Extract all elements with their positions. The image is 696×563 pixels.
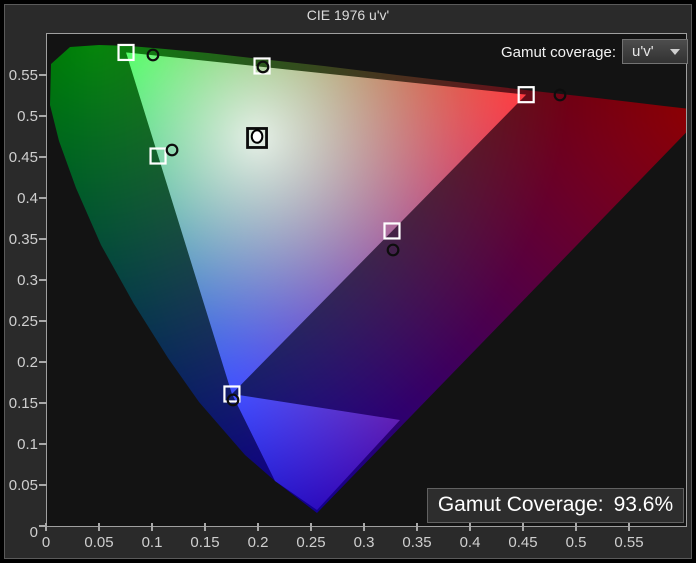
dropdown-selected-value: u'v' <box>632 43 654 60</box>
x-tick-mark <box>363 523 365 531</box>
x-tick-mark <box>522 523 524 531</box>
x-tick-label: 0.25 <box>296 534 326 551</box>
y-tick-mark <box>39 115 47 117</box>
measured-point-white <box>250 129 264 144</box>
y-tick-mark <box>39 402 47 404</box>
x-tick-mark <box>416 523 418 531</box>
y-tick-mark <box>39 361 47 363</box>
y-tick-label: 0.2 <box>17 354 38 371</box>
gamut-coverage-dropdown[interactable]: u'v' <box>622 39 688 64</box>
y-tick-mark <box>39 238 47 240</box>
y-tick-label: 0.4 <box>17 190 38 207</box>
x-tick-label: 0.3 <box>353 534 375 551</box>
y-tick-label: 0.1 <box>17 436 38 453</box>
x-tick-mark <box>575 523 577 531</box>
y-tick-mark <box>39 279 47 281</box>
x-tick-mark <box>204 523 206 531</box>
y-tick-label: 0.35 <box>8 231 38 248</box>
x-tick-label: 0.2 <box>247 534 269 551</box>
y-tick-label: 0.45 <box>8 149 38 166</box>
gamut-coverage-dropdown-label: Gamut coverage: <box>500 44 616 61</box>
cie-diagram <box>50 43 686 513</box>
y-tick-mark <box>39 156 47 158</box>
gamut-coverage-badge: Gamut Coverage: 93.6% <box>427 488 684 523</box>
x-tick-label: 0.1 <box>141 534 163 551</box>
x-tick-mark <box>469 523 471 531</box>
chromaticity-plot <box>46 33 687 527</box>
y-tick-label: 0.15 <box>8 395 38 412</box>
y-tick-label: 0.25 <box>8 313 38 330</box>
y-tick-mark <box>39 443 47 445</box>
y-tick-label: 0.05 <box>8 477 38 494</box>
x-tick-label: 0.05 <box>84 534 114 551</box>
chart-title: CIE 1976 u'v' <box>306 7 390 23</box>
x-tick-label: 0.5 <box>565 534 587 551</box>
y-tick-label: 0.55 <box>8 67 38 84</box>
x-tick-label: 0.15 <box>190 534 220 551</box>
y-tick-mark <box>39 484 47 486</box>
x-tick-label: 0.45 <box>508 534 538 551</box>
gamut-coverage-badge-value: 93.6% <box>613 493 674 516</box>
x-tick-mark <box>151 523 153 531</box>
y-tick-mark <box>39 525 47 527</box>
y-tick-label: 0 <box>29 524 38 541</box>
x-tick-mark <box>310 523 312 531</box>
y-tick-mark <box>39 320 47 322</box>
cie-1976-chart-window: { "title": "CIE 1976 u'v'", "controls": … <box>0 0 696 563</box>
y-tick-label: 0.5 <box>17 108 38 125</box>
x-tick-mark <box>257 523 259 531</box>
gamut-coverage-badge-label: Gamut Coverage: <box>437 493 604 516</box>
y-tick-mark <box>39 74 47 76</box>
y-tick-mark <box>39 197 47 199</box>
x-tick-mark <box>98 523 100 531</box>
chevron-down-icon <box>670 49 680 55</box>
x-tick-label: 0.55 <box>614 534 644 551</box>
y-tick-label: 0.3 <box>17 272 38 289</box>
x-tick-label: 0.35 <box>402 534 432 551</box>
x-tick-label: 0.4 <box>459 534 481 551</box>
x-tick-mark <box>628 523 630 531</box>
